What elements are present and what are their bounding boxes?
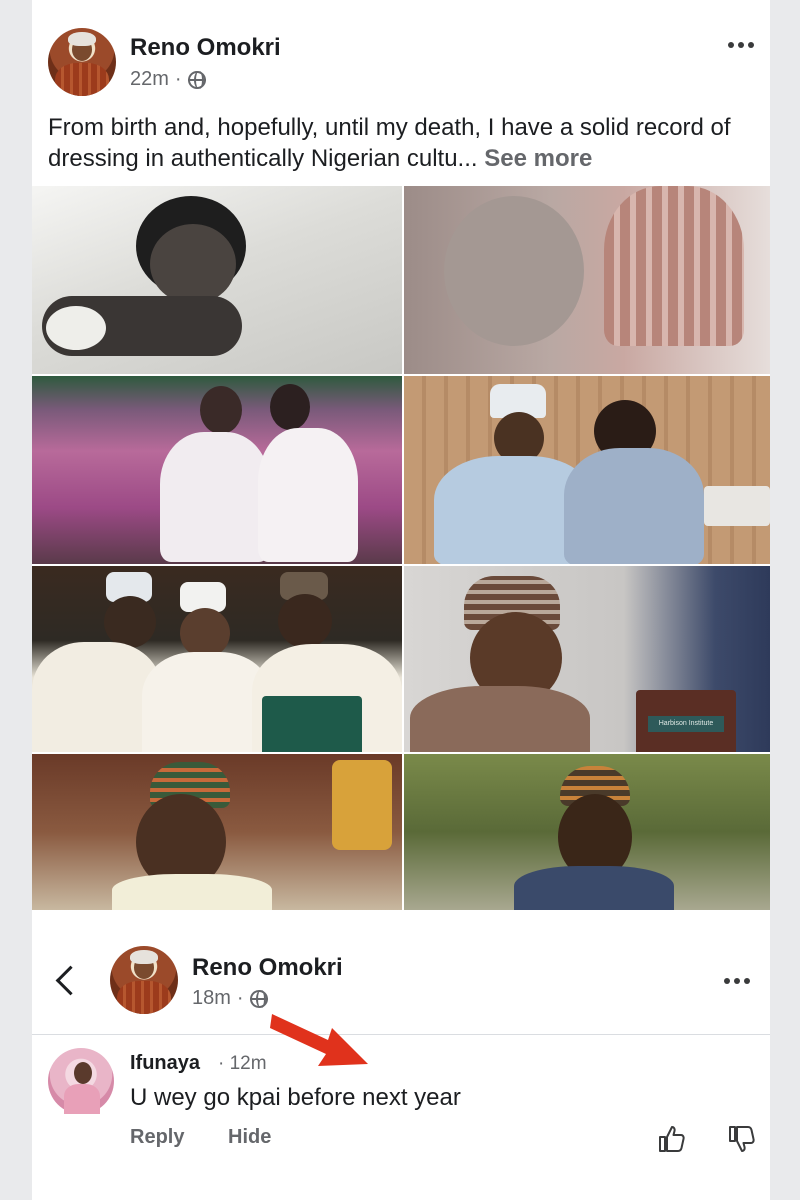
comment-view-meta: 18m · bbox=[192, 987, 268, 1010]
commenter-avatar[interactable] bbox=[48, 1048, 114, 1114]
photo-child-faded[interactable] bbox=[404, 186, 770, 374]
photo-two-men-seated[interactable] bbox=[404, 376, 770, 564]
comment-view-time[interactable]: 18m bbox=[192, 987, 231, 1010]
back-chevron-icon[interactable] bbox=[52, 960, 82, 1000]
post-time[interactable]: 22m bbox=[130, 68, 169, 91]
commenter-name[interactable]: Ifunaya bbox=[130, 1052, 200, 1075]
author-avatar[interactable] bbox=[48, 28, 116, 96]
post-body: From birth and, hopefully, until my deat… bbox=[48, 114, 731, 172]
photo-grid: Harbison Institute bbox=[32, 186, 770, 910]
photo-man-dining[interactable] bbox=[32, 754, 402, 910]
meta-separator: · bbox=[174, 68, 182, 90]
photo-man-outdoor[interactable] bbox=[404, 754, 770, 910]
post-text: From birth and, hopefully, until my deat… bbox=[48, 112, 768, 174]
photo-baby[interactable] bbox=[32, 186, 402, 374]
see-more-link[interactable]: See more bbox=[484, 145, 592, 172]
like-icon[interactable] bbox=[656, 1124, 686, 1154]
comment-text: U wey go kpai before next year bbox=[130, 1084, 461, 1111]
photo-two-boys[interactable] bbox=[32, 376, 402, 564]
hide-button[interactable]: Hide bbox=[228, 1126, 271, 1149]
photo-group-men[interactable] bbox=[32, 566, 402, 752]
comment-view-author-name[interactable]: Reno Omokri bbox=[192, 954, 343, 982]
reply-button[interactable]: Reply bbox=[130, 1126, 184, 1149]
more-options-icon[interactable] bbox=[728, 42, 754, 48]
podium-sign: Harbison Institute bbox=[648, 716, 724, 732]
globe-icon bbox=[187, 70, 206, 89]
globe-icon bbox=[249, 989, 268, 1008]
comment-time: · 12m bbox=[218, 1053, 267, 1074]
more-options-icon[interactable] bbox=[724, 978, 750, 984]
author-name[interactable]: Reno Omokri bbox=[130, 34, 281, 62]
post-meta: 22m · bbox=[130, 68, 206, 91]
divider bbox=[32, 1034, 770, 1035]
dislike-icon[interactable] bbox=[726, 1124, 756, 1154]
red-arrow-icon bbox=[270, 1014, 368, 1066]
meta-separator: · bbox=[236, 987, 244, 1009]
photo-man-cap-profile[interactable]: Harbison Institute bbox=[404, 566, 770, 752]
comment-view-author-avatar[interactable] bbox=[110, 946, 178, 1014]
